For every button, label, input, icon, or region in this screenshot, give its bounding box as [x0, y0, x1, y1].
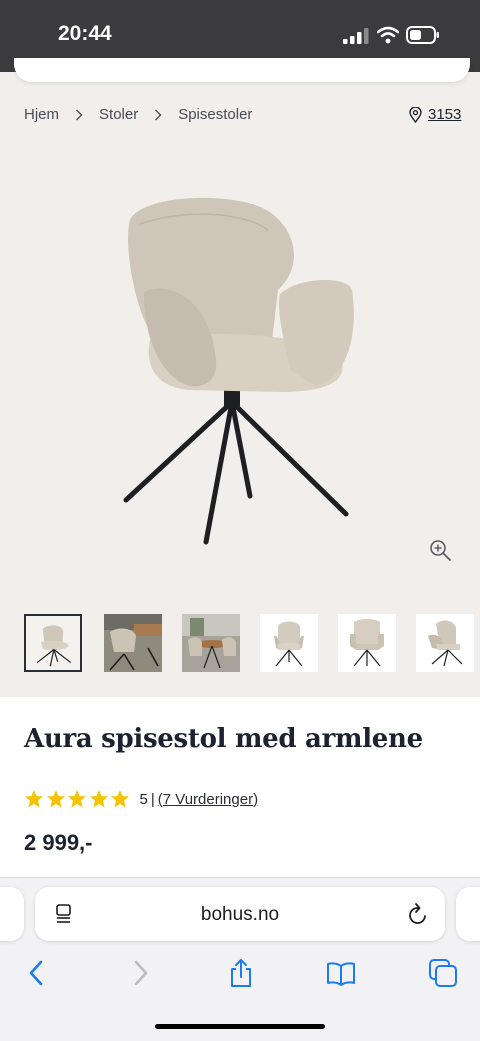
breadcrumb-spisestoler[interactable]: Spisestoler	[178, 106, 252, 123]
address-bar[interactable]: bohus.no	[35, 887, 445, 941]
status-time: 20:44	[58, 22, 112, 45]
thumbnail-3[interactable]	[182, 614, 240, 672]
breadcrumb: Hjem Stoler Spisestoler	[24, 106, 252, 123]
breadcrumb-stoler[interactable]: Stoler	[99, 106, 138, 123]
chevron-right-icon	[155, 109, 162, 120]
url-text[interactable]: bohus.no	[35, 904, 445, 926]
thumbnail-5[interactable]	[338, 614, 396, 672]
reload-icon[interactable]	[407, 902, 429, 926]
location-pin-icon	[409, 106, 422, 123]
chevron-right-icon	[76, 109, 83, 120]
star-icon	[89, 790, 108, 808]
battery-icon	[406, 26, 439, 44]
product-title: Aura spisestol med armlene	[24, 724, 423, 754]
thumbnail-4[interactable]	[260, 614, 318, 672]
star-icon	[68, 790, 86, 808]
rating-value: 5	[139, 790, 148, 808]
star-icon	[46, 790, 65, 808]
site-header	[14, 58, 470, 82]
back-arrow-icon[interactable]	[22, 958, 52, 988]
product-image[interactable]	[100, 180, 380, 560]
tabs-icon[interactable]	[428, 958, 458, 988]
reviews-link[interactable]: (7 Vurderinger)	[158, 791, 258, 808]
forward-arrow-icon[interactable]	[125, 958, 155, 988]
thumbnail-gallery	[24, 614, 480, 672]
store-number[interactable]: 3153	[428, 106, 461, 123]
breadcrumb-home[interactable]: Hjem	[24, 106, 59, 123]
bookmarks-icon[interactable]	[326, 958, 356, 988]
previous-tab-preview[interactable]	[0, 887, 24, 941]
product-rating: 5 | (7 Vurderinger)	[24, 789, 258, 809]
star-icon	[111, 790, 129, 808]
thumbnail-1[interactable]	[24, 614, 82, 672]
zoom-in-icon[interactable]	[428, 538, 452, 562]
product-price: 2 999,-	[24, 830, 93, 855]
thumbnail-6[interactable]	[416, 614, 474, 672]
home-indicator	[155, 1024, 325, 1029]
thumbnail-2[interactable]	[104, 614, 162, 672]
wifi-icon	[377, 26, 399, 44]
rating-separator: |	[150, 790, 155, 808]
store-selector[interactable]: 3153	[409, 106, 461, 123]
next-tab-preview[interactable]	[456, 887, 480, 941]
star-icon	[25, 790, 43, 808]
share-icon[interactable]	[226, 958, 256, 988]
signal-icon	[343, 28, 369, 44]
